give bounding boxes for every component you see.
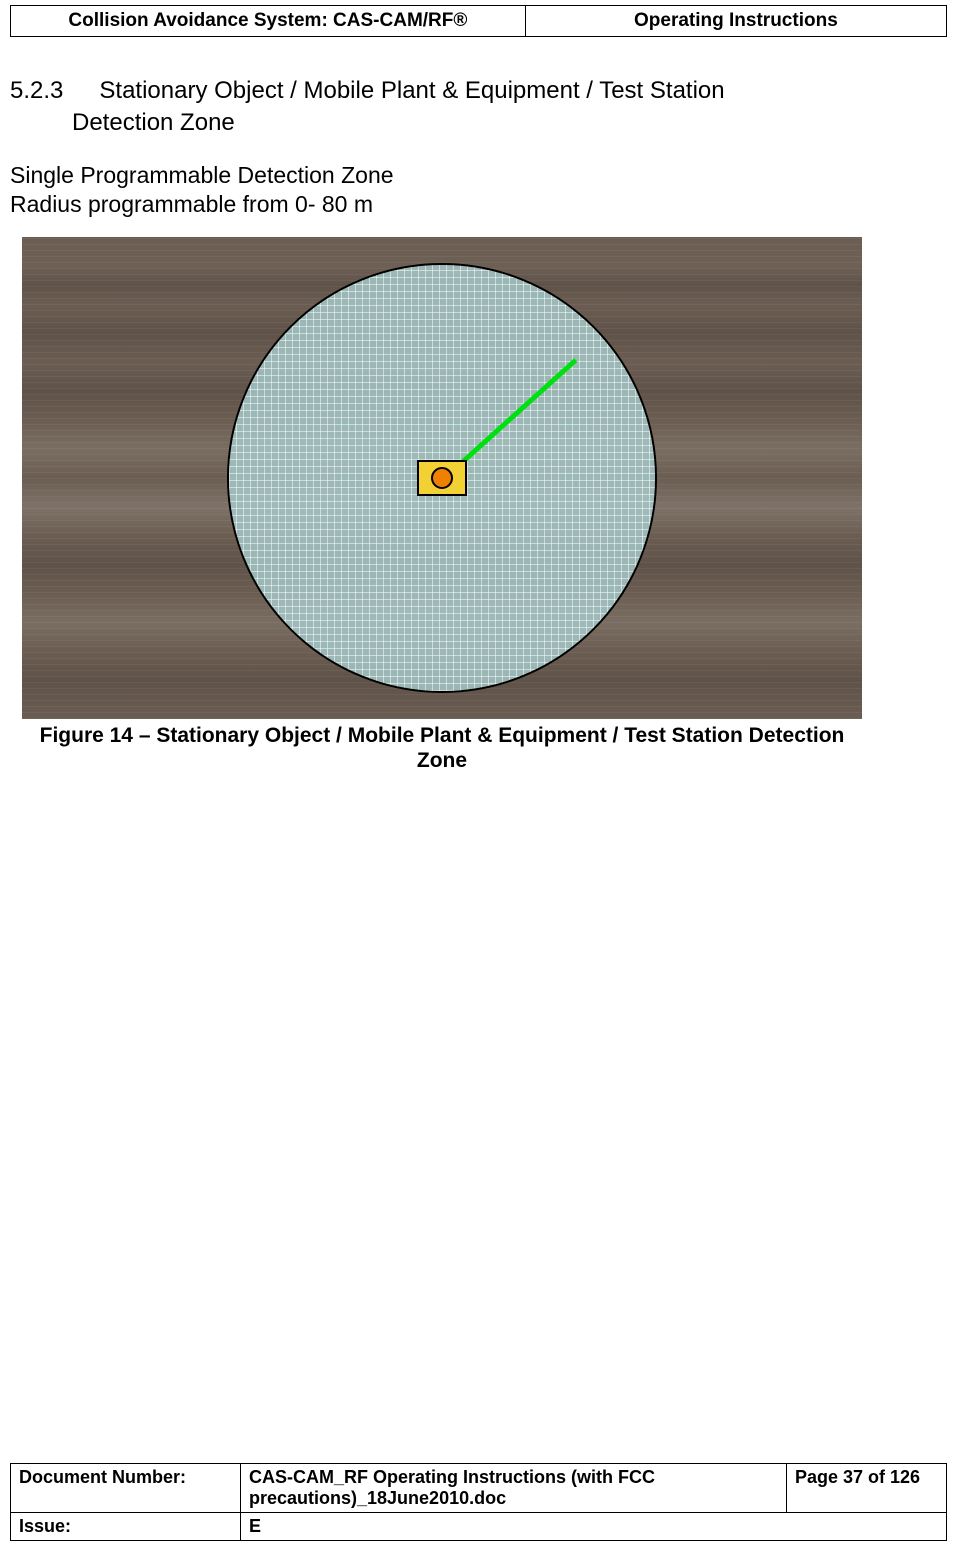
footer-docnum-value: CAS-CAM_RF Operating Instructions (with … bbox=[241, 1464, 787, 1513]
footer-issue-label: Issue: bbox=[11, 1513, 241, 1541]
header-table: Collision Avoidance System: CAS-CAM/RF® … bbox=[10, 5, 947, 37]
footer-docnum-label: Document Number: bbox=[11, 1464, 241, 1513]
header-left: Collision Avoidance System: CAS-CAM/RF® bbox=[11, 6, 526, 37]
figure-wrap: Figure 14 – Stationary Object / Mobile P… bbox=[22, 237, 862, 773]
header-right: Operating Instructions bbox=[525, 6, 946, 37]
figure-caption: Figure 14 – Stationary Object / Mobile P… bbox=[22, 723, 862, 773]
body-line1: Single Programmable Detection Zone bbox=[10, 161, 947, 190]
figure-background bbox=[22, 237, 862, 719]
center-marker-box bbox=[417, 460, 467, 496]
content-area: 5.2.3 Stationary Object / Mobile Plant &… bbox=[0, 37, 957, 1463]
footer-page: Page 37 of 126 bbox=[787, 1464, 947, 1513]
figure-caption-line2: Zone bbox=[22, 748, 862, 773]
section-number: 5.2.3 bbox=[10, 77, 99, 105]
figure-caption-line1: Figure 14 – Stationary Object / Mobile P… bbox=[22, 723, 862, 748]
center-marker-dot bbox=[431, 467, 453, 489]
section-heading: 5.2.3 Stationary Object / Mobile Plant &… bbox=[10, 77, 947, 105]
footer-issue-value: E bbox=[241, 1513, 947, 1541]
section-title-line1: Stationary Object / Mobile Plant & Equip… bbox=[99, 77, 947, 105]
body-line2: Radius programmable from 0- 80 m bbox=[10, 190, 947, 219]
footer-table: Document Number: CAS-CAM_RF Operating In… bbox=[10, 1463, 947, 1541]
body-text: Single Programmable Detection Zone Radiu… bbox=[10, 161, 947, 219]
section-title-line2: Detection Zone bbox=[10, 109, 947, 137]
document-page: Collision Avoidance System: CAS-CAM/RF® … bbox=[0, 0, 957, 1546]
